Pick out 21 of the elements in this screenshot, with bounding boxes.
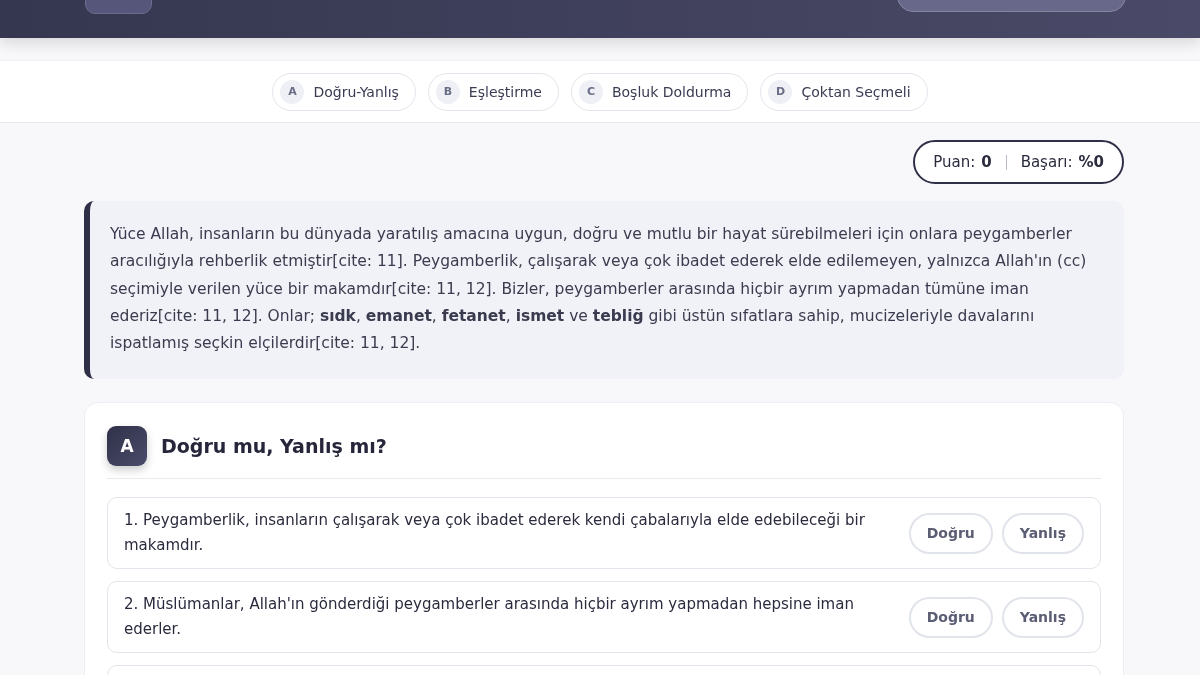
answer-button[interactable]: Yanlış bbox=[1001, 597, 1084, 638]
points-label: Puan: bbox=[933, 153, 976, 171]
section-letter-badge: A bbox=[107, 426, 147, 467]
answer-button[interactable]: Doğru bbox=[908, 513, 993, 554]
section-title: Doğru mu, Yanlış mı? bbox=[161, 435, 387, 458]
letter-badge: C bbox=[578, 79, 603, 104]
letter-badge: B bbox=[435, 79, 460, 104]
success-label: Başarı: bbox=[1020, 153, 1073, 171]
answer-button[interactable]: Doğru bbox=[908, 597, 993, 638]
letter-badge: A bbox=[280, 79, 305, 104]
section-tab[interactable]: B Eşleştirme bbox=[427, 72, 559, 111]
success-value: %0 bbox=[1078, 153, 1104, 171]
section-tab[interactable]: C Boşluk Doldurma bbox=[570, 72, 749, 111]
points-value: 0 bbox=[981, 153, 992, 171]
question-text: 1. Peygamberlik, insanların çalışarak veya çok ibadet ederek kendi çabalarıyla elde edebileceği bir makamdır. bbox=[124, 510, 866, 557]
answer-button[interactable]: Yanlış bbox=[1001, 513, 1084, 554]
question-text: 2. Müslümanlar, Allah'ın gönderdiği peygamberler arasında hiçbir ayrım yapmadan hepsine iman ederler. bbox=[124, 594, 855, 641]
letter-badge: D bbox=[768, 79, 793, 104]
section-tab[interactable]: D Çoktan Seçmeli bbox=[760, 72, 928, 111]
section-tab[interactable]: A Doğru-Yanlış bbox=[272, 72, 416, 111]
intro-paragraph: Yüce Allah, insanların bu dünyada yaratılış amacına uygun, doğru ve mutlu bir hayat sürebilmeleri için onlara peygamberler aracılığıyla rehberlik etmiştir[cite: 11]. Peygamberlik, çalışarak veya çok ibadet ederek elde edilemeyen, yalnızca Allah'ın (cc) seçimiyle verilen yüce bir makamdır[cite: 11, 12]. Bizler, peygamberler arasında hiçbir ayrım yapmadan tümüne iman ederiz[cite: 11, 12]. Onlar; sıdk, emanet, fetanet, ismet ve tebliğ gibi üstün sıfatlara sahip, mucizeleriyle davalarını ispatlamış seçkin elçilerdir[cite: 11, 12]. bbox=[84, 201, 1124, 380]
